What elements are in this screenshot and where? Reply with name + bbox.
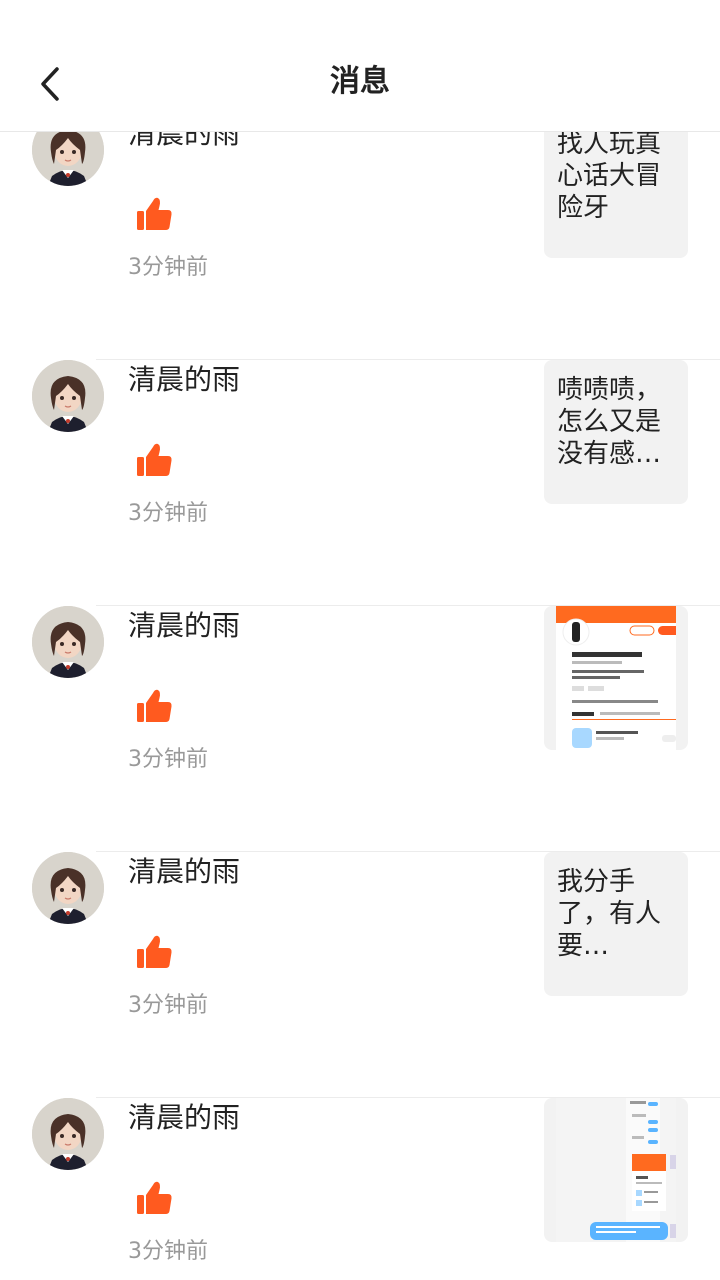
avatar[interactable] bbox=[32, 132, 104, 186]
post-preview-text: 我分手了，有人要… bbox=[557, 867, 662, 961]
message-item[interactable]: 清晨的雨 3分钟前 啧啧啧，怎么又是没有感… bbox=[0, 360, 720, 606]
avatar[interactable] bbox=[32, 852, 104, 924]
avatar[interactable] bbox=[32, 360, 104, 432]
message-item[interactable]: 清晨的雨 3分钟前 我分手了，有人要… bbox=[0, 852, 720, 1098]
post-preview[interactable]: 找人玩真心话大冒险牙 bbox=[544, 132, 688, 258]
post-preview[interactable]: 啧啧啧，怎么又是没有感… bbox=[544, 360, 688, 504]
post-preview-text: 啧啧啧，怎么又是没有感… bbox=[557, 375, 662, 469]
thumbs-up-icon bbox=[134, 194, 174, 234]
thumbs-up-icon bbox=[134, 440, 174, 480]
thumbs-up-icon bbox=[134, 1178, 174, 1218]
avatar[interactable] bbox=[32, 1098, 104, 1170]
message-item[interactable]: 清晨的雨 3分钟前 bbox=[0, 606, 720, 852]
post-preview-text: 找人玩真心话大冒险牙 bbox=[557, 132, 662, 223]
timestamp: 3分钟前 bbox=[128, 747, 208, 772]
user-name[interactable]: 清晨的雨 bbox=[128, 132, 240, 154]
user-name[interactable]: 清晨的雨 bbox=[128, 606, 240, 646]
thumbs-up-icon bbox=[134, 932, 174, 972]
timestamp: 3分钟前 bbox=[128, 993, 208, 1018]
message-item[interactable]: 清晨的雨 3分钟前 bbox=[0, 1098, 720, 1280]
timestamp: 3分钟前 bbox=[128, 255, 208, 280]
message-list[interactable]: 清晨的雨 3分钟前 找人玩真心话大冒险牙 清晨的雨 3分钟前 啧啧啧，怎么又是没… bbox=[0, 132, 720, 1280]
preview-screenshot-profile bbox=[556, 606, 684, 750]
top-bar: 消息 bbox=[0, 0, 720, 132]
user-name[interactable]: 清晨的雨 bbox=[128, 360, 240, 400]
post-preview-image[interactable] bbox=[544, 1098, 688, 1242]
timestamp: 3分钟前 bbox=[128, 501, 208, 526]
post-preview[interactable]: 我分手了，有人要… bbox=[544, 852, 688, 996]
avatar[interactable] bbox=[32, 606, 104, 678]
message-item[interactable]: 清晨的雨 3分钟前 找人玩真心话大冒险牙 bbox=[0, 132, 720, 360]
page-title: 消息 bbox=[330, 64, 390, 99]
post-preview-image[interactable] bbox=[544, 606, 688, 750]
thumbs-up-icon bbox=[134, 686, 174, 726]
preview-screenshot-chat bbox=[556, 1098, 682, 1242]
user-name[interactable]: 清晨的雨 bbox=[128, 1098, 240, 1138]
user-name[interactable]: 清晨的雨 bbox=[128, 852, 240, 892]
timestamp: 3分钟前 bbox=[128, 1239, 208, 1264]
